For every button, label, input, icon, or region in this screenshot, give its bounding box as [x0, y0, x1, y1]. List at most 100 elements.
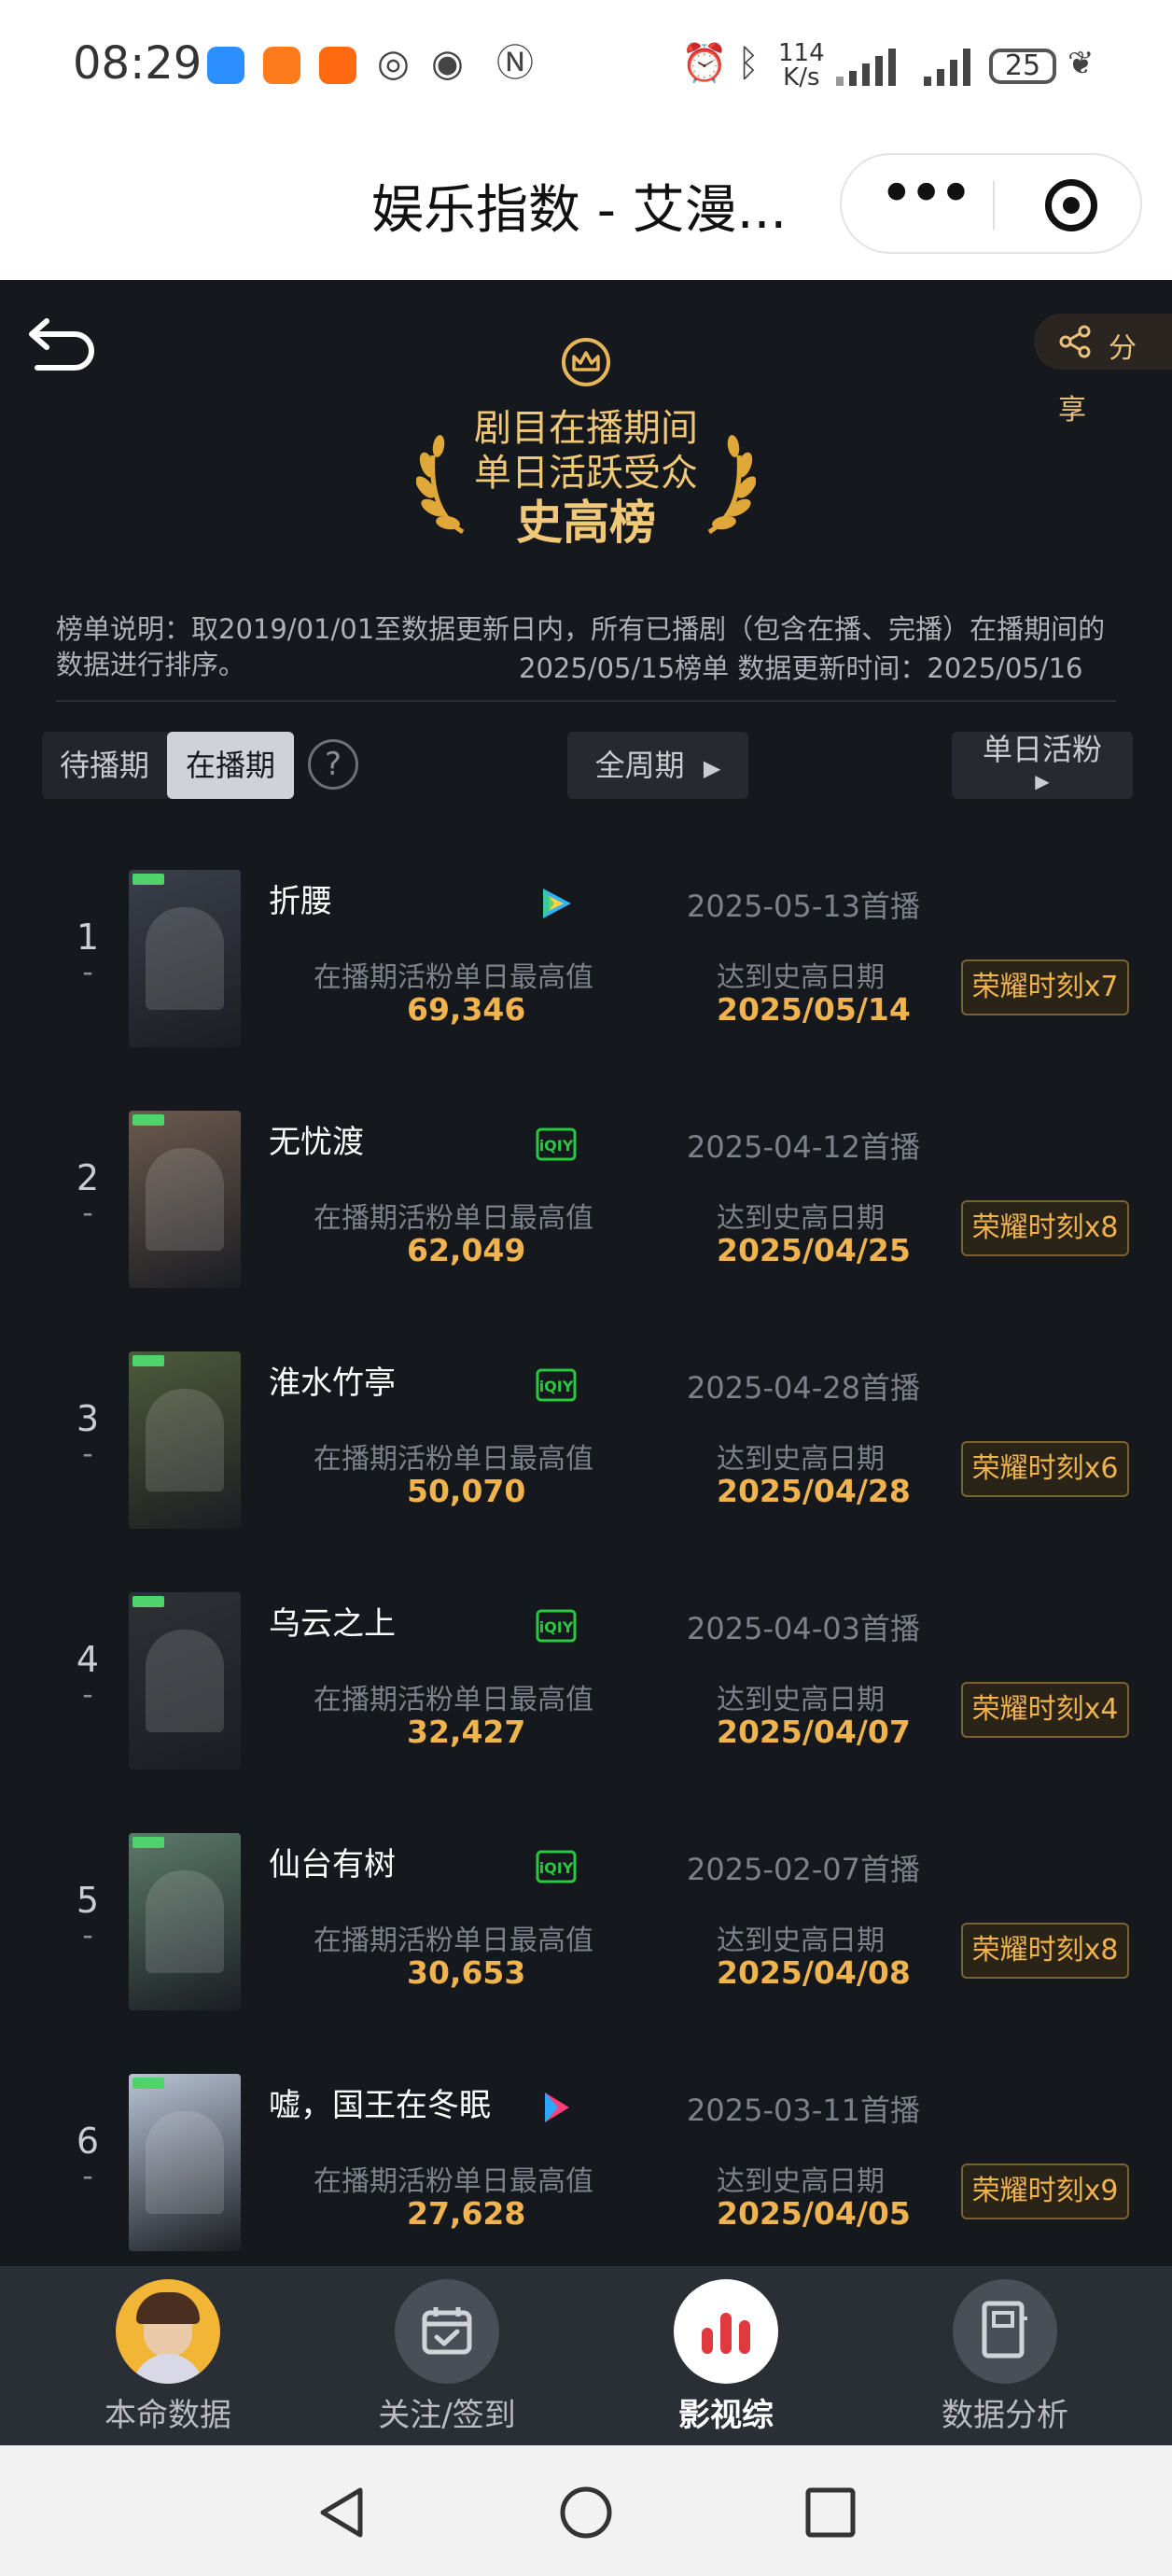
title-bar: 娱乐指数 - 艾漫... •••	[0, 140, 1172, 280]
poster-badge	[133, 2078, 164, 2089]
svg-text:iQIY: iQIY	[539, 1137, 574, 1155]
metric-label: 单日活粉	[982, 732, 1102, 767]
nav-item-self-data[interactable]: 本命数据	[21, 2266, 314, 2445]
date-label: 达到史高日期	[717, 1684, 885, 1716]
poster-badge	[133, 1837, 164, 1848]
play-arrow-icon: ▶	[703, 755, 721, 781]
show-title[interactable]: 无忧渡	[269, 1116, 364, 1162]
nfc-icon: Ⓝ	[496, 42, 534, 85]
back-triangle-icon[interactable]	[315, 2485, 368, 2541]
capsule-menu: •••	[840, 153, 1142, 254]
peak-date: 2025/04/05	[717, 2195, 911, 2232]
date-label: 达到史高日期	[717, 2165, 885, 2198]
battery-level: 25	[1004, 49, 1041, 82]
crown-icon	[562, 338, 610, 386]
eye-icon: ◉	[431, 42, 464, 85]
tab-on-air[interactable]: 在播期	[167, 732, 294, 799]
net-speed-unit: K/s	[783, 63, 820, 91]
list-item[interactable]: 1- 折腰 2025-05-13首播 在播期活粉单日最高值 69,346 达到史高日期 20…	[0, 849, 1172, 1090]
rank-number: 6	[76, 2121, 100, 2162]
rank-change: -	[82, 2158, 93, 2193]
honor-badge[interactable]: 荣耀时刻x8	[961, 1923, 1129, 1979]
date-label: 达到史高日期	[717, 1202, 885, 1235]
svg-text:iQIY: iQIY	[539, 1859, 574, 1877]
show-title[interactable]: 折腰	[269, 875, 332, 921]
nav-label: 影视综	[678, 2397, 774, 2434]
poster-badge	[133, 1596, 164, 1607]
recents-square-icon[interactable]	[804, 2486, 857, 2539]
app-notification-icon	[263, 47, 300, 84]
share-button[interactable]: 分	[1034, 314, 1172, 370]
rank-number: 1	[76, 917, 100, 958]
help-icon[interactable]: ?	[308, 739, 358, 790]
rank-change: -	[82, 1195, 93, 1230]
list-item[interactable]: 2- 无忧渡 iQIY 2025-04-12首播 在播期活粉单日最高值 62,049 达到史…	[0, 1090, 1172, 1331]
list-item[interactable]: 4- 乌云之上 iQIY 2025-04-03首播 在播期活粉单日最高值 32,427 达到…	[0, 1572, 1172, 1813]
peak-date: 2025/05/14	[717, 991, 911, 1028]
rank-change: -	[82, 954, 93, 989]
close-dot	[1063, 197, 1080, 214]
poster-image[interactable]	[129, 1833, 241, 2010]
honor-badge[interactable]: 荣耀时刻x4	[961, 1682, 1129, 1738]
metric-label: 在播期活粉单日最高值	[314, 2165, 593, 2198]
tencent-video-icon	[536, 883, 577, 924]
poster-image[interactable]	[129, 870, 241, 1047]
rank-number: 4	[76, 1639, 100, 1680]
signal-icon	[924, 49, 970, 86]
nav-item-follow-checkin[interactable]: 关注/签到	[300, 2266, 593, 2445]
period-select[interactable]: 全周期 ▶	[567, 732, 748, 799]
peak-date: 2025/04/28	[717, 1473, 911, 1509]
metric-label: 在播期活粉单日最高值	[314, 1925, 593, 1957]
nav-label: 关注/签到	[378, 2397, 516, 2434]
premiere-date: 2025-02-07首播	[687, 1852, 920, 1887]
poster-badge	[133, 1355, 164, 1366]
signal-icon	[836, 49, 896, 86]
show-title[interactable]: 仙台有树	[269, 1839, 396, 1884]
honor-badge[interactable]: 荣耀时刻x8	[961, 1200, 1129, 1256]
show-title[interactable]: 嘘，国王在冬眠	[269, 2079, 491, 2125]
period-label: 全周期	[594, 748, 685, 783]
poster-image[interactable]	[129, 2074, 241, 2251]
honor-badge[interactable]: 荣耀时刻x7	[961, 959, 1129, 1015]
poster-image[interactable]	[129, 1592, 241, 1770]
poster-image[interactable]	[129, 1351, 241, 1529]
metric-select[interactable]: 单日活粉 ▶	[952, 732, 1133, 799]
ranking-list: 1- 折腰 2025-05-13首播 在播期活粉单日最高值 69,346 达到史高日期 20…	[0, 849, 1172, 2266]
back-icon[interactable]	[26, 306, 101, 381]
iqiyi-icon: iQIY	[536, 1365, 577, 1406]
youku-icon	[536, 2087, 577, 2128]
avatar-icon	[116, 2279, 220, 2384]
show-title[interactable]: 淮水竹亭	[269, 1357, 396, 1403]
tab-pre-air[interactable]: 待播期	[42, 732, 167, 799]
list-item[interactable]: 3- 淮水竹亭 iQIY 2025-04-28首播 在播期活粉单日最高值 50,070 达到…	[0, 1331, 1172, 1572]
poster-badge	[133, 1114, 164, 1126]
peak-date: 2025/04/25	[717, 1232, 911, 1268]
battery-icon: 25	[989, 49, 1056, 84]
iqiyi-icon: iQIY	[536, 1846, 577, 1887]
list-item[interactable]: 6- 嘘，国王在冬眠 2025-03-11首播 在播期活粉单日最高值 27,628 达到史…	[0, 2053, 1172, 2266]
premiere-date: 2025-04-03首播	[687, 1611, 920, 1646]
nav-item-film-tv[interactable]: 影视综	[579, 2266, 872, 2445]
premiere-date: 2025-04-12首播	[687, 1129, 920, 1165]
poster-image[interactable]	[129, 1111, 241, 1288]
metric-value: 27,628	[407, 2195, 526, 2232]
more-dots-icon[interactable]: •••	[879, 164, 973, 228]
rank-change: -	[82, 1917, 93, 1953]
target-close-icon[interactable]	[1045, 179, 1097, 231]
show-title[interactable]: 乌云之上	[269, 1598, 396, 1644]
play-arrow-icon: ▶	[1035, 770, 1050, 792]
bluetooth-icon: ᛒ	[737, 42, 760, 85]
honor-badge[interactable]: 荣耀时刻x9	[961, 2163, 1129, 2219]
app-notification-icon	[319, 47, 356, 84]
rank-number: 5	[76, 1880, 100, 1921]
list-item[interactable]: 5- 仙台有树 iQIY 2025-02-07首播 在播期活粉单日最高值 30,653 达到…	[0, 1813, 1172, 2053]
date-label: 达到史高日期	[717, 961, 885, 994]
honor-badge[interactable]: 荣耀时刻x6	[961, 1441, 1129, 1497]
home-circle-icon[interactable]	[558, 2485, 614, 2541]
peak-date: 2025/04/08	[717, 1954, 911, 1991]
nav-item-data-analysis[interactable]: 数据分析	[858, 2266, 1151, 2445]
status-bar: 08:29 ◎ ◉ Ⓝ ⏰ ᛒ 114 K/s 25 ❦	[0, 0, 1172, 140]
metric-label: 在播期活粉单日最高值	[314, 961, 593, 994]
net-speed: 114 K/s	[778, 41, 825, 90]
metric-label: 在播期活粉单日最高值	[314, 1202, 593, 1235]
